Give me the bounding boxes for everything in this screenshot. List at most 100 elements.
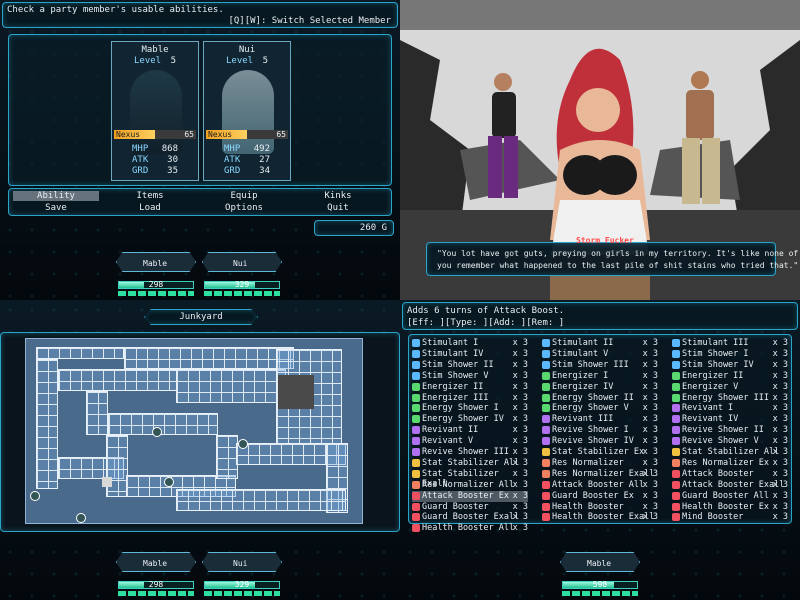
item-row[interactable]: Revivant IV x 3 <box>672 414 788 425</box>
item-row[interactable]: Res Normalizer Ex x 3 <box>672 458 788 469</box>
dialogue-window[interactable]: "You lot have got guts, preying on girls… <box>426 242 798 276</box>
item-row[interactable]: Energizer I x 3 <box>542 371 658 382</box>
item-row[interactable]: Stat Stabilizer All x 3 <box>412 458 528 469</box>
item-row[interactable]: Stim Shower I x 3 <box>672 349 788 360</box>
item-row[interactable]: Attack Booster All x 3 <box>542 480 658 491</box>
item-row[interactable]: Guard Booster Exall x 3 <box>412 512 528 523</box>
item-row[interactable]: Energy Shower II x 3 <box>542 393 658 404</box>
item-row[interactable]: Stimulant V x 3 <box>542 349 658 360</box>
item-row[interactable]: Energy Shower IV x 3 <box>412 414 528 425</box>
item-quantity: x 3 <box>642 414 658 425</box>
item-row[interactable]: Attack Booster x 3 <box>672 469 788 480</box>
menu-items[interactable]: Items <box>107 191 193 201</box>
menu-save[interactable]: Save <box>13 203 99 213</box>
item-row[interactable]: Guard Booster Ex x 3 <box>542 491 658 502</box>
menu-options[interactable]: Options <box>201 203 287 213</box>
member-card-mable[interactable]: Mable Level 5 Nexus 65 MHP 868 ATK 30 GR… <box>111 41 199 181</box>
item-quantity: x 3 <box>772 501 788 512</box>
item-row[interactable]: Health Booster Exall x 3 <box>542 512 658 523</box>
item-row[interactable]: Revive Shower I x 3 <box>542 425 658 436</box>
item-row[interactable]: Energizer V x 3 <box>672 382 788 393</box>
item-type-icon <box>412 458 420 467</box>
item-type-icon <box>412 426 420 435</box>
stat-value: 868 <box>161 144 178 154</box>
item-row[interactable]: Energizer II x 3 <box>672 371 788 382</box>
item-quantity: x 3 <box>512 512 528 523</box>
item-type-icon <box>542 458 550 467</box>
item-row[interactable]: Res Normalizer All x 3 <box>412 480 528 491</box>
item-row[interactable]: Energizer III x 3 <box>412 393 528 404</box>
item-row[interactable]: Energy Shower V x 3 <box>542 403 658 414</box>
stat-value: 27 <box>259 155 270 165</box>
item-row[interactable]: Revive Shower II x 3 <box>672 425 788 436</box>
item-type-icon <box>412 448 420 456</box>
item-name: Guard Booster <box>422 501 489 512</box>
item-quantity: x 3 <box>512 457 528 468</box>
item-row[interactable]: Stim Shower II x 3 <box>412 360 528 371</box>
item-row[interactable]: Mind Booster x 3 <box>672 512 788 523</box>
item-row[interactable]: Attack Booster Ex x 3 <box>412 490 528 502</box>
automap[interactable] <box>25 338 363 524</box>
item-type-icon <box>672 513 680 522</box>
item-type-icon <box>412 437 420 446</box>
item-row[interactable]: Revivant III x 3 <box>542 414 658 425</box>
waypoint-icon[interactable] <box>238 439 248 449</box>
stat-label: GRD <box>132 166 149 176</box>
item-row[interactable]: Energizer IV x 3 <box>542 382 658 393</box>
stat-label: GRD <box>224 166 241 176</box>
item-row[interactable]: Stat Stabilizer Exall x 3 <box>412 469 528 489</box>
item-row[interactable]: Energizer II x 3 <box>412 382 528 393</box>
item-row[interactable]: Guard Booster x 3 <box>412 502 528 513</box>
item-row[interactable]: Guard Booster All x 3 <box>672 491 788 502</box>
member-card-nui[interactable]: Nui Level 5 Nexus 65 MHP 492 ATK 27 GRD … <box>203 41 291 181</box>
item-row[interactable]: Stimulant IV x 3 <box>412 349 528 360</box>
map-room <box>108 413 218 435</box>
item-type-icon <box>542 404 550 413</box>
item-type-icon <box>672 458 680 467</box>
item-row[interactable]: Revivant V x 3 <box>412 436 528 447</box>
menu-load[interactable]: Load <box>107 203 193 213</box>
item-row[interactable]: Stat Stabilizer Ex x 3 <box>542 447 658 458</box>
item-row[interactable]: Energy Shower I x 3 <box>412 403 528 414</box>
item-help-window: Adds 6 turns of Attack Boost. [Eff: ][Ty… <box>402 302 798 330</box>
menu-quit[interactable]: Quit <box>295 203 381 213</box>
item-row[interactable]: Res Normalizer x 3 <box>542 458 658 469</box>
waypoint-icon[interactable] <box>76 513 86 523</box>
waypoint-icon[interactable] <box>30 491 40 501</box>
item-row[interactable]: Stim Shower V x 3 <box>412 371 528 382</box>
item-row[interactable]: Stimulant I x 3 <box>412 338 528 349</box>
stat-label: ATK <box>224 155 241 165</box>
item-name: Health Booster Exall <box>552 512 655 523</box>
item-row[interactable]: Revivant I x 3 <box>672 403 788 414</box>
item-row[interactable]: Health Booster x 3 <box>542 502 658 513</box>
item-row[interactable]: Health Booster All x 3 <box>412 523 528 534</box>
menu-equip[interactable]: Equip <box>201 191 287 201</box>
item-row[interactable]: Res Normalizer Exall x 3 <box>542 469 658 480</box>
item-quantity: x 3 <box>512 392 528 403</box>
switch-member-hint[interactable]: [Q][W]: Switch Selected Member <box>228 16 391 26</box>
item-row[interactable]: Stimulant III x 3 <box>672 338 788 349</box>
item-row[interactable]: Revive Shower V x 3 <box>672 436 788 447</box>
hp-value: 598 <box>592 580 608 589</box>
item-row[interactable]: Revivant II x 3 <box>412 425 528 436</box>
item-type-icon <box>672 469 680 478</box>
item-row[interactable]: Stim Shower IV x 3 <box>672 360 788 371</box>
item-type-icon <box>412 404 420 413</box>
menu-kinks[interactable]: Kinks <box>295 191 381 201</box>
item-quantity: x 3 <box>642 370 658 381</box>
help-text: Check a party member's usable abilities. <box>7 5 224 15</box>
item-row[interactable]: Revive Shower IV x 3 <box>542 436 658 447</box>
item-row[interactable]: Stim Shower III x 3 <box>542 360 658 371</box>
stat-label: MHP <box>224 144 241 154</box>
menu-ability[interactable]: Ability <box>13 191 99 201</box>
item-name: Energizer II <box>422 381 484 392</box>
item-row[interactable]: Health Booster Ex x 3 <box>672 502 788 513</box>
item-row[interactable]: Stimulant II x 3 <box>542 338 658 349</box>
item-row[interactable]: Energy Shower III x 3 <box>672 393 788 404</box>
item-name: Stat Stabilizer All <box>422 457 520 468</box>
waypoint-icon[interactable] <box>164 477 174 487</box>
item-row[interactable]: Revive Shower III x 3 <box>412 447 528 458</box>
item-row[interactable]: Stat Stabilizer All x 3 <box>672 447 788 458</box>
waypoint-icon[interactable] <box>152 427 162 437</box>
item-row[interactable]: Attack Booster Exall x 3 <box>672 480 788 491</box>
